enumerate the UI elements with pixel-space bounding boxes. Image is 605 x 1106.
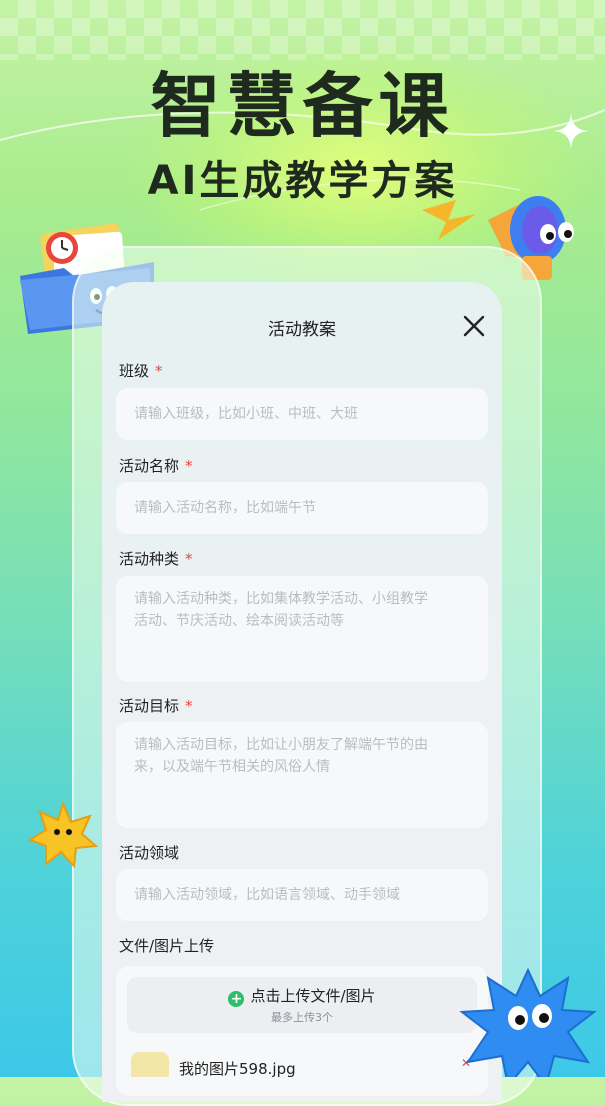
activity-name-placeholder: 请输入活动名称，比如端午节 bbox=[134, 500, 316, 516]
activity-type-textarea[interactable]: 请输入活动种类，比如集体教学活动、小组教学 活动、节庆活动、绘本阅读活动等 bbox=[116, 576, 488, 682]
activity-area-placeholder: 请输入活动领域，比如语言领域、动手领域 bbox=[134, 887, 400, 903]
activity-name-input[interactable]: 请输入活动名称，比如端午节 bbox=[116, 482, 488, 534]
activity-type-label: 活动种类 * bbox=[119, 548, 193, 569]
required-mark: * bbox=[185, 697, 193, 715]
required-mark: * bbox=[185, 457, 193, 475]
spiky-mascot-icon bbox=[459, 967, 597, 1077]
star-mascot-icon bbox=[28, 802, 98, 868]
activity-name-label-text: 活动名称 bbox=[119, 457, 180, 475]
activity-name-label: 活动名称 * bbox=[119, 455, 193, 476]
plus-circle-icon: + bbox=[228, 991, 245, 1007]
activity-type-placeholder-line1: 请输入活动种类，比如集体教学活动、小组教学 bbox=[134, 591, 428, 607]
uploaded-file-item[interactable]: 我的图片598.jpg ✕ bbox=[131, 1046, 481, 1077]
file-thumbnail bbox=[131, 1052, 169, 1077]
activity-goal-placeholder-line1: 请输入活动目标，比如让小朋友了解端午节的由 bbox=[134, 737, 428, 753]
file-name: 我的图片598.jpg bbox=[179, 1060, 296, 1077]
activity-goal-label: 活动目标 * bbox=[119, 695, 193, 716]
class-input[interactable]: 请输入班级，比如小班、中班、大班 bbox=[116, 388, 488, 440]
close-icon[interactable] bbox=[461, 313, 487, 339]
activity-area-label-text: 活动领域 bbox=[119, 844, 180, 862]
class-placeholder: 请输入班级，比如小班、中班、大班 bbox=[134, 406, 358, 422]
upload-button-label[interactable]: + 点击上传文件/图片 bbox=[127, 985, 477, 1007]
hero-title: 智慧备课 bbox=[150, 65, 455, 147]
activity-type-label-text: 活动种类 bbox=[119, 550, 180, 568]
upload-button-text: 点击上传文件/图片 bbox=[250, 987, 376, 1005]
activity-type-placeholder-line2: 活动、节庆活动、绘本阅读活动等 bbox=[134, 613, 344, 629]
activity-area-input[interactable]: 请输入活动领域，比如语言领域、动手领域 bbox=[116, 869, 488, 921]
class-label: 班级 * bbox=[119, 360, 163, 381]
activity-goal-placeholder-line2: 来，以及端午节相关的风俗人情 bbox=[134, 759, 330, 775]
dialog-title: 活动教案 bbox=[268, 320, 336, 340]
upload-hint: 最多上传3个 bbox=[271, 1011, 333, 1024]
activity-area-label: 活动领域 bbox=[119, 842, 179, 863]
activity-goal-textarea[interactable]: 请输入活动目标，比如让小朋友了解端午节的由 来，以及端午节相关的风俗人情 bbox=[116, 722, 488, 828]
required-mark: * bbox=[155, 362, 163, 380]
upload-label: 文件/图片上传 bbox=[119, 935, 214, 956]
activity-goal-label-text: 活动目标 bbox=[119, 697, 180, 715]
required-mark: * bbox=[185, 550, 193, 568]
class-label-text: 班级 bbox=[119, 362, 150, 380]
upload-label-text: 文件/图片上传 bbox=[119, 937, 215, 955]
sparkle-icon bbox=[553, 113, 589, 149]
